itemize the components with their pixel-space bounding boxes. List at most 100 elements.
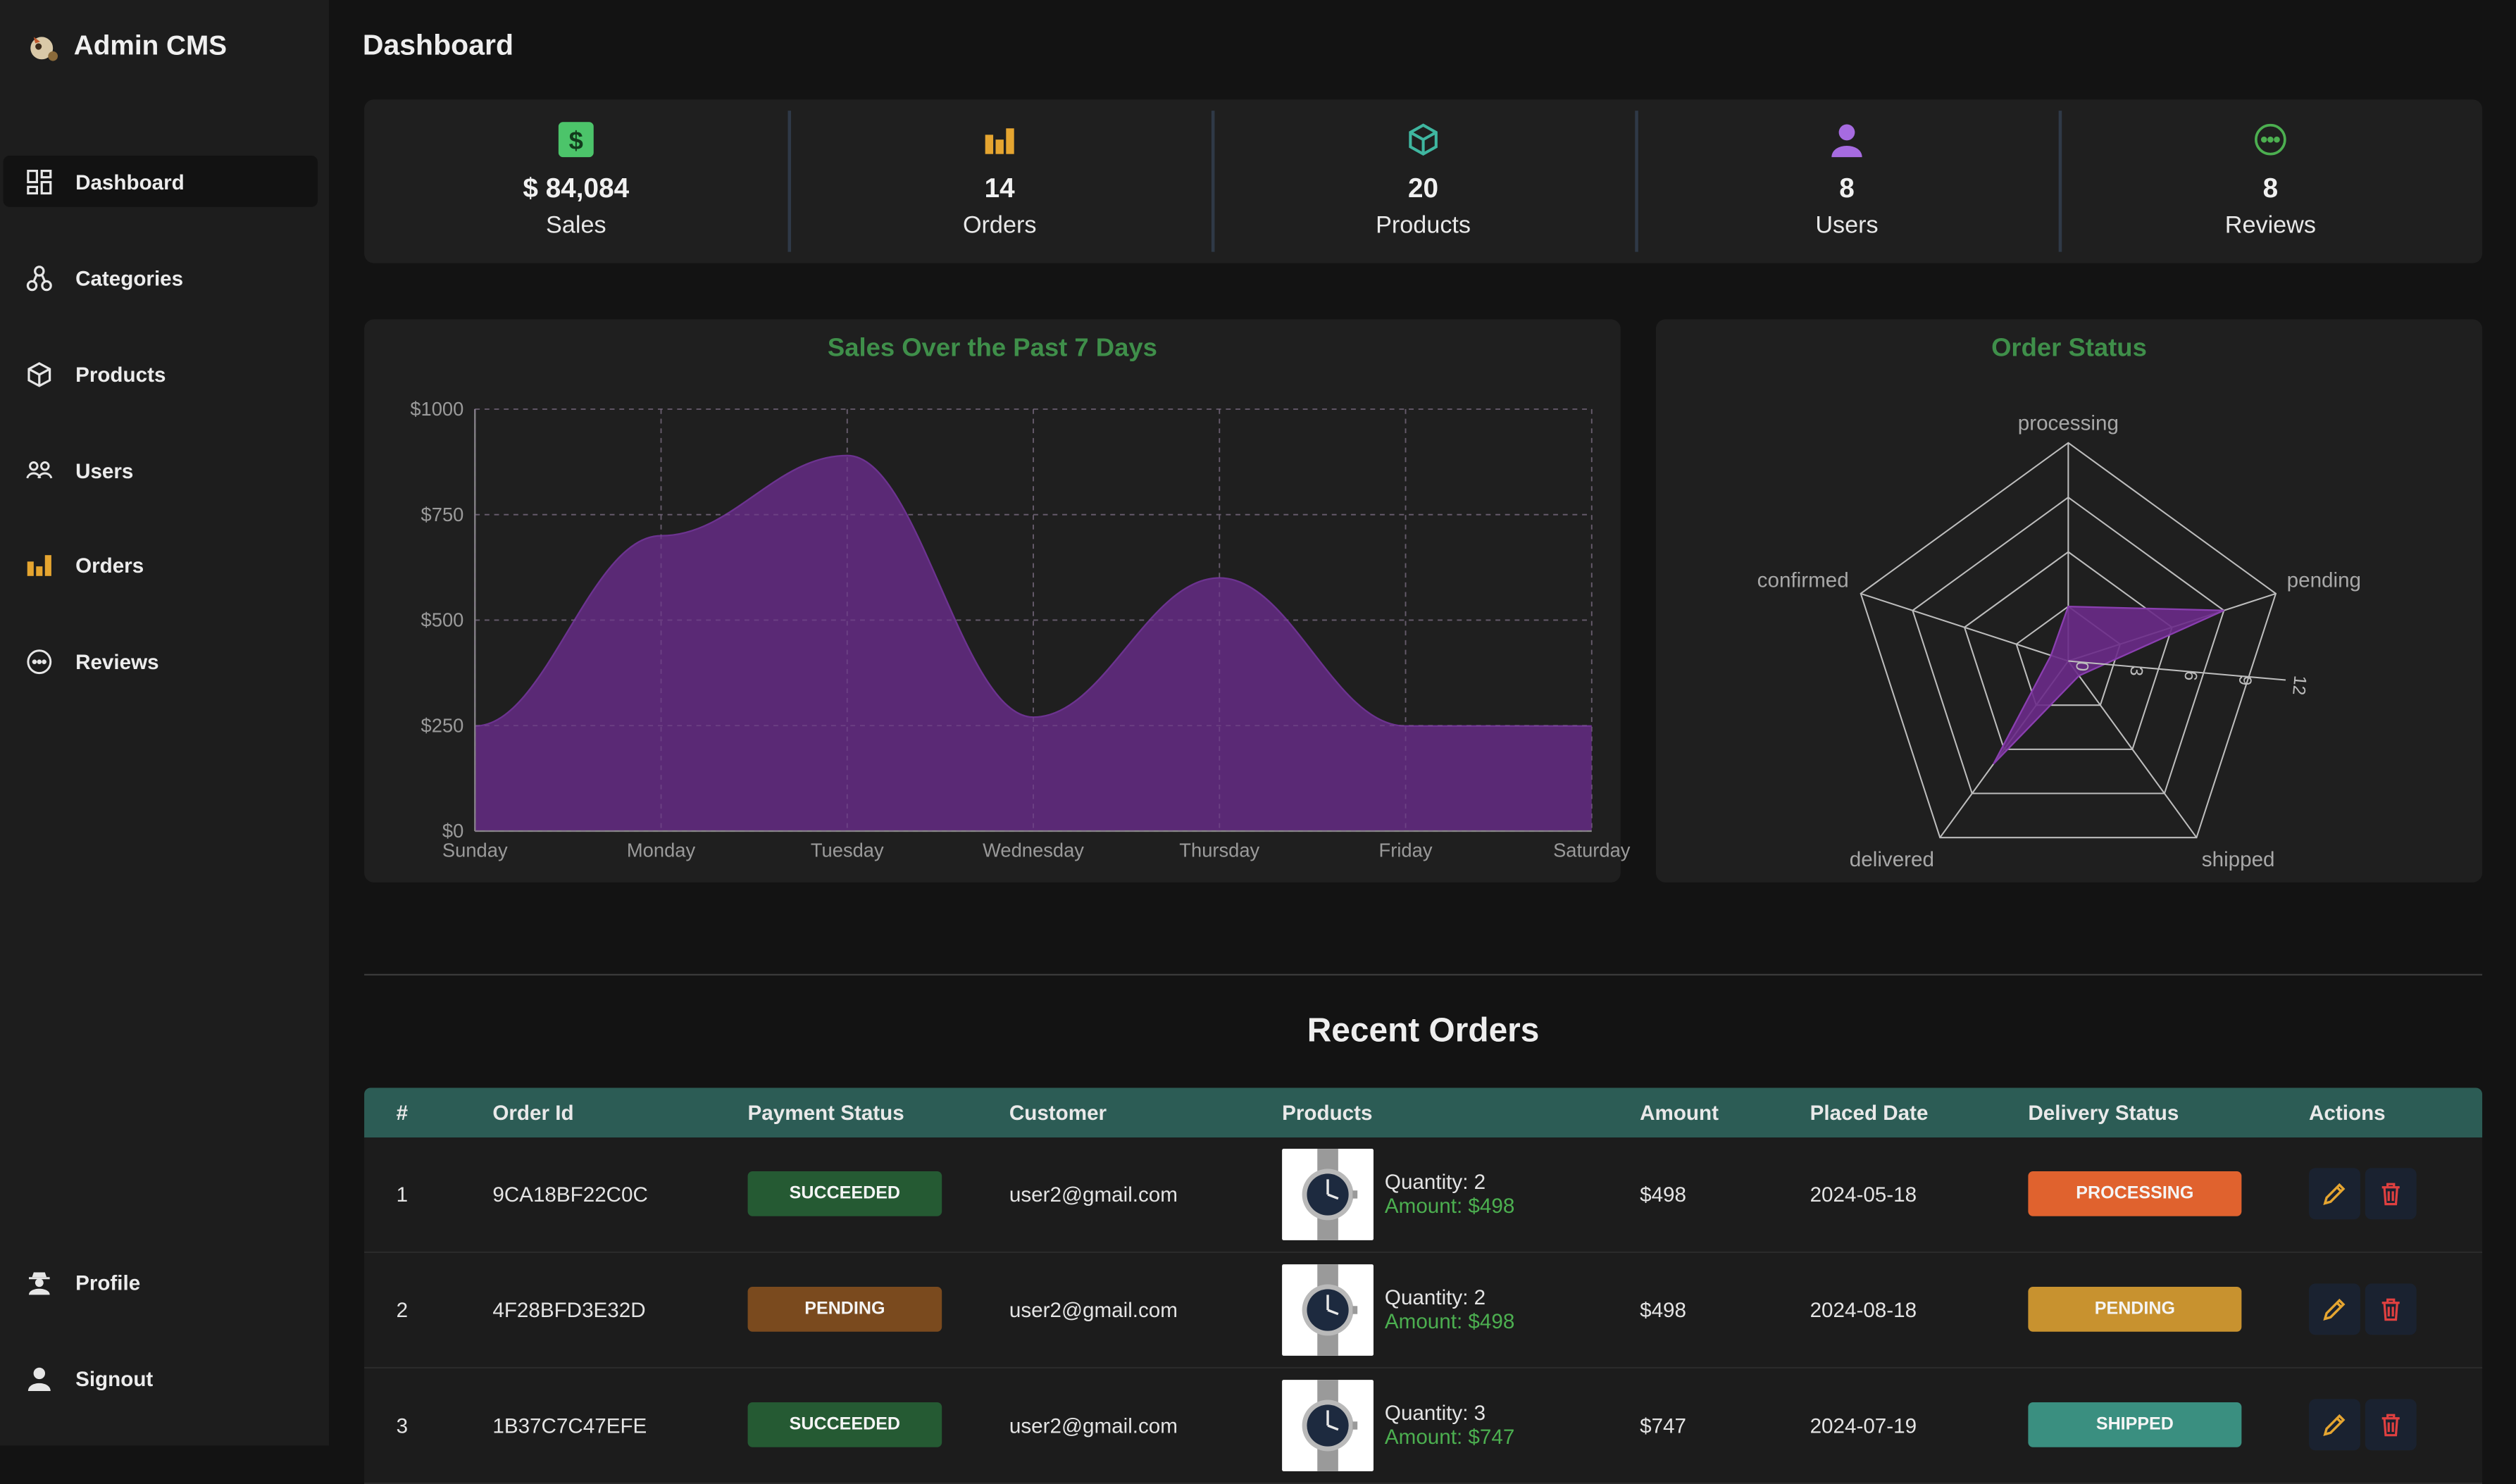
stat-value: 8 xyxy=(2262,173,2279,204)
section-divider xyxy=(364,973,2483,976)
product-amount: Amount: $498 xyxy=(1384,1193,1515,1218)
radar-category-label: shipped xyxy=(2202,848,2275,871)
stat-label: Products xyxy=(1376,211,1471,239)
product-thumbnail xyxy=(1282,1149,1374,1240)
order-status-radar-chart: 0 3 6 9 12 processing pending shipped delivered c… xyxy=(1757,412,2361,872)
sidebar-item-label: Dashboard xyxy=(75,169,185,194)
sidebar-item-reviews[interactable]: Reviews xyxy=(4,635,318,687)
column-header: Amount xyxy=(1640,1100,1719,1125)
product-thumbnail xyxy=(1282,1380,1374,1471)
radar-category-label: delivered xyxy=(1850,848,1934,871)
radial-tick-label: 9 xyxy=(2235,675,2255,686)
users-icon xyxy=(26,461,53,479)
sidebar-item-label: Profile xyxy=(75,1270,141,1295)
sidebar-item-label: Categories xyxy=(75,266,184,290)
edit-button[interactable] xyxy=(2309,1283,2360,1335)
x-tick-label: Thursday xyxy=(1179,839,1259,861)
order-id: 9CA18BF22C0C xyxy=(492,1182,648,1207)
delete-button[interactable] xyxy=(2365,1399,2417,1451)
product-quantity: Quantity: 3 xyxy=(1384,1400,1486,1425)
column-header: Delivery Status xyxy=(2028,1100,2179,1125)
sidebar-item-categories[interactable]: Categories xyxy=(4,252,318,304)
stat-users: 8 Users xyxy=(1635,99,2058,263)
user-icon xyxy=(27,1367,51,1392)
order-amount: $498 xyxy=(1640,1182,1687,1207)
sales-chart-card: Sales Over the Past 7 Days $0 $250 $500 $75… xyxy=(364,319,1631,883)
placed-date: 2024-05-18 xyxy=(1810,1182,1917,1207)
row-number: 1 xyxy=(396,1182,409,1207)
stat-label: Users xyxy=(1815,211,1879,239)
customer-email: user2@gmail.com xyxy=(1009,1297,1178,1323)
payment-status-badge: PENDING xyxy=(747,1286,942,1332)
page-title: Dashboard xyxy=(362,29,514,61)
brand[interactable]: Admin CMS xyxy=(25,29,227,64)
table-row[interactable]: 1 9CA18BF22C0C SUCCEEDED user2@gmail.com… xyxy=(364,1137,2483,1254)
stat-products: 20 Products xyxy=(1211,99,1635,263)
stat-value: 14 xyxy=(984,173,1015,204)
column-header: # xyxy=(396,1100,409,1125)
sidebar-item-label: Products xyxy=(75,361,166,386)
radar-category-label: confirmed xyxy=(1757,569,1849,592)
x-tick-label: Sunday xyxy=(442,839,508,861)
stat-value: 8 xyxy=(1839,173,1855,204)
column-header: Actions xyxy=(2309,1100,2386,1125)
bar-chart-icon xyxy=(985,128,1014,154)
column-header: Placed Date xyxy=(1810,1100,1929,1125)
sidebar-item-label: Orders xyxy=(75,552,144,577)
table-row[interactable]: 2 4F28BFD3E32D PENDING user2@gmail.com Q… xyxy=(364,1253,2483,1369)
x-tick-label: Monday xyxy=(627,839,696,861)
placed-date: 2024-08-18 xyxy=(1810,1297,1917,1323)
column-header: Customer xyxy=(1009,1100,1107,1125)
trash-icon xyxy=(2381,1183,2400,1206)
sidebar-item-orders[interactable]: Orders xyxy=(4,539,318,590)
row-number: 2 xyxy=(396,1297,409,1323)
stat-label: Sales xyxy=(546,211,606,239)
radial-tick-label: 0 xyxy=(2072,661,2092,672)
user-secret-icon xyxy=(29,1272,50,1295)
radial-tick-label: 6 xyxy=(2180,670,2200,681)
y-tick-label: $750 xyxy=(421,504,464,525)
stat-reviews: 8 Reviews xyxy=(2058,99,2482,263)
sidebar-item-profile[interactable]: Profile xyxy=(4,1257,318,1308)
edit-button[interactable] xyxy=(2309,1399,2360,1451)
trash-icon xyxy=(2381,1298,2400,1321)
sales-area-chart: $0$250$500$750$1000Sunday Monday Tuesday We… xyxy=(410,398,1630,861)
product-quantity: Quantity: 2 xyxy=(1384,1169,1486,1194)
stat-label: Orders xyxy=(962,211,1037,239)
product-amount: Amount: $498 xyxy=(1384,1309,1515,1334)
table-row[interactable]: 3 1B37C7C47EFE SUCCEEDED user2@gmail.com… xyxy=(364,1368,2483,1484)
edit-button[interactable] xyxy=(2309,1168,2360,1220)
stat-sales: $ $ 84,084 Sales xyxy=(364,99,787,263)
stat-label: Reviews xyxy=(2224,211,2316,239)
cube-icon xyxy=(27,362,51,387)
delivery-status-badge: PROCESSING xyxy=(2028,1171,2242,1216)
delete-button[interactable] xyxy=(2365,1168,2417,1220)
radar-category-label: pending xyxy=(2287,569,2361,592)
delete-button[interactable] xyxy=(2365,1283,2417,1335)
order-status-card: Order Status 0 3 6 9 12 processing pending ship… xyxy=(1655,319,2483,883)
svg-text:$: $ xyxy=(569,126,583,155)
stat-value: 20 xyxy=(1408,173,1439,204)
x-tick-label: Wednesday xyxy=(983,839,1084,861)
payment-status-badge: SUCCEEDED xyxy=(747,1171,942,1216)
cube-icon xyxy=(1409,123,1438,156)
column-header: Order Id xyxy=(492,1100,574,1125)
bar-chart-icon xyxy=(27,555,51,576)
sidebar-item-label: Signout xyxy=(75,1366,154,1390)
app-title: Admin CMS xyxy=(73,30,228,61)
x-tick-label: Saturday xyxy=(1553,839,1631,861)
delivery-status-badge: PENDING xyxy=(2028,1286,2242,1332)
sidebar-item-signout[interactable]: Signout xyxy=(4,1352,318,1404)
radar-spoke xyxy=(1860,592,2069,662)
stat-orders: 14 Orders xyxy=(787,99,1211,263)
radial-tick-label: 3 xyxy=(2126,666,2146,677)
order-status-area xyxy=(1993,605,2224,765)
y-tick-label: $250 xyxy=(421,714,464,736)
product-quantity: Quantity: 2 xyxy=(1384,1285,1486,1309)
dollar-icon: $ xyxy=(558,122,594,158)
recent-orders-table: # Order Id Payment Status Customer Produ… xyxy=(364,1087,2483,1484)
table-body: 1 9CA18BF22C0C SUCCEEDED user2@gmail.com… xyxy=(364,1137,2483,1484)
sidebar-item-dashboard[interactable]: Dashboard xyxy=(3,155,318,207)
sidebar-item-users[interactable]: Users xyxy=(4,444,318,496)
sidebar-item-products[interactable]: Products xyxy=(4,348,318,399)
